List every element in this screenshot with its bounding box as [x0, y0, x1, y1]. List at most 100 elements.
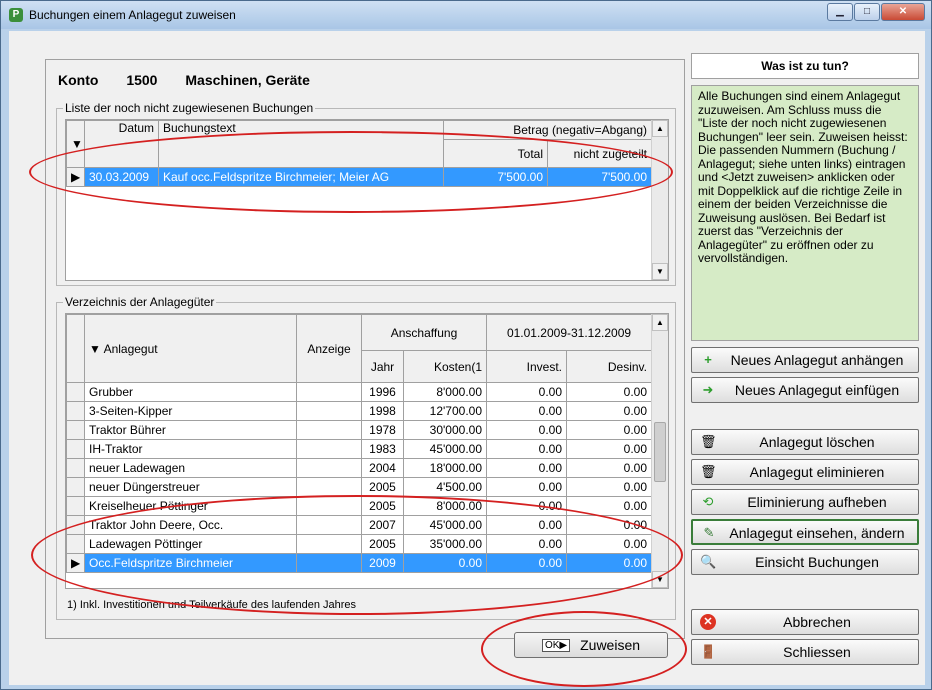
- view-bookings-label: Einsicht Buchungen: [755, 554, 879, 570]
- bookings-scrollbar[interactable]: ▲ ▼: [651, 120, 668, 280]
- konto-name: Maschinen, Geräte: [185, 72, 310, 88]
- row-indicator: [66, 458, 85, 478]
- bookings-group: Liste der noch nicht zugewiesenen Buchun…: [56, 101, 676, 286]
- row-indicator: [66, 420, 85, 440]
- new-asset-insert-button[interactable]: ➜ Neues Anlagegut einfügen: [691, 377, 919, 403]
- asset-invest: 0.00: [486, 515, 567, 535]
- close-button[interactable]: 🚪 Schliessen: [691, 639, 919, 665]
- col-header-anzeige[interactable]: Anzeige: [296, 314, 362, 383]
- asset-invest: 0.00: [486, 401, 567, 421]
- undo-eliminate-button[interactable]: ⟲ Eliminierung aufheben: [691, 489, 919, 515]
- asset-name: Traktor Bührer: [84, 420, 297, 440]
- asset-invest: 0.00: [486, 420, 567, 440]
- row-indicator-icon: ▶: [66, 167, 85, 187]
- col-header-anschaffung: Anschaffung: [361, 314, 487, 351]
- scroll-up-icon[interactable]: ▲: [652, 314, 668, 331]
- trash-icon: 🗑: [700, 464, 717, 479]
- minimize-button[interactable]: ▁: [827, 3, 853, 21]
- col-header-period: 01.01.2009-31.12.2009: [486, 314, 652, 351]
- footnote: 1) Inkl. Investitionen und Teilverkäufe …: [67, 599, 357, 611]
- asset-jahr: 1983: [361, 439, 404, 459]
- close-window-button[interactable]: ✕: [881, 3, 925, 21]
- eliminate-asset-button[interactable]: 🗑 Anlagegut eliminieren: [691, 459, 919, 485]
- insert-arrow-icon: ➜: [702, 382, 714, 397]
- new-asset-append-button[interactable]: + Neues Anlagegut anhängen: [691, 347, 919, 373]
- asset-name: IH-Traktor: [84, 439, 297, 459]
- row-indicator: [66, 439, 85, 459]
- view-bookings-button[interactable]: 🔍 Einsicht Buchungen: [691, 549, 919, 575]
- scroll-down-icon[interactable]: ▼: [652, 571, 668, 588]
- plus-icon: +: [704, 352, 712, 367]
- col-header-desinv[interactable]: Desinv.: [566, 350, 652, 383]
- assets-group-label: Verzeichnis der Anlagegüter: [63, 295, 217, 309]
- asset-jahr: 2005: [361, 534, 404, 554]
- view-edit-asset-button[interactable]: ✎ Anlagegut einsehen, ändern: [691, 519, 919, 545]
- asset-kosten: 45'000.00: [403, 515, 487, 535]
- bookings-grid[interactable]: ▼ Datum Buchungstext Betrag (negativ=Abg…: [65, 119, 669, 281]
- row-indicator: [66, 401, 85, 421]
- booking-text: Kauf occ.Feldspritze Birchmeier; Meier A…: [158, 167, 444, 187]
- asset-row[interactable]: Ladewagen Pöttinger 2005 35'000.00 0.00 0.00: [66, 534, 652, 554]
- row-indicator: [66, 534, 85, 554]
- trash-icon: 🗑: [700, 434, 717, 449]
- undo-eliminate-label: Eliminierung aufheben: [747, 494, 887, 510]
- scroll-thumb[interactable]: [654, 422, 666, 482]
- new-asset-append-label: Neues Anlagegut anhängen: [730, 352, 904, 368]
- col-header-kosten[interactable]: Kosten(1: [403, 350, 487, 383]
- col-header-invest[interactable]: Invest.: [486, 350, 567, 383]
- ok-arrow-icon: OK▶: [541, 638, 571, 652]
- asset-jahr: 2005: [361, 477, 404, 497]
- asset-row[interactable]: Kreiselheuer Pöttinger 2005 8'000.00 0.00 0.…: [66, 496, 652, 516]
- assets-grid[interactable]: ▼ Anlagegut Anzeige Anschaffung 01.01.20…: [65, 313, 669, 589]
- asset-kosten: 35'000.00: [403, 534, 487, 554]
- col-header-nicht-zugeteilt[interactable]: nicht zugeteilt: [546, 139, 653, 168]
- asset-jahr: 2005: [361, 496, 404, 516]
- asset-name: 3-Seiten-Kipper: [84, 401, 297, 421]
- assign-panel: Konto 1500 Maschinen, Geräte Liste der n…: [45, 59, 685, 658]
- booking-row[interactable]: ▶ 30.03.2009 Kauf occ.Feldspritze Birchm…: [66, 167, 653, 187]
- asset-desinv: 0.00: [566, 420, 652, 440]
- asset-row[interactable]: neuer Düngerstreuer 2005 4'500.00 0.00 0.00: [66, 477, 652, 497]
- asset-jahr: 1998: [361, 401, 404, 421]
- dialog-window: P Buchungen einem Anlagegut zuweisen ▁ □…: [0, 0, 932, 690]
- col-header-datum[interactable]: Datum: [84, 120, 159, 168]
- asset-row[interactable]: Grubber 1996 8'000.00 0.00 0.00: [66, 382, 652, 402]
- title-bar[interactable]: P Buchungen einem Anlagegut zuweisen ▁ □…: [1, 1, 931, 29]
- row-indicator-icon: ▶: [66, 553, 85, 573]
- maximize-button[interactable]: □: [854, 3, 880, 21]
- asset-row[interactable]: 3-Seiten-Kipper 1998 12'700.00 0.00 0.00: [66, 401, 652, 421]
- asset-row[interactable]: neuer Ladewagen 2004 18'000.00 0.00 0.00: [66, 458, 652, 478]
- asset-kosten: 45'000.00: [403, 439, 487, 459]
- booking-datum: 30.03.2009: [84, 167, 159, 187]
- asset-row[interactable]: Traktor Bührer 1978 30'000.00 0.00 0.00: [66, 420, 652, 440]
- sort-indicator[interactable]: [66, 314, 85, 383]
- col-header-buchungstext[interactable]: Buchungstext: [158, 120, 444, 168]
- asset-desinv: 0.00: [566, 515, 652, 535]
- booking-nicht-zugeteilt: 7'500.00: [546, 167, 653, 187]
- booking-total: 7'500.00: [443, 167, 548, 187]
- cancel-button[interactable]: ✕ Abbrechen: [691, 609, 919, 635]
- asset-row-selected[interactable]: ▶ Occ.Feldspritze Birchmeier 2009 0.00 0.00 0…: [66, 553, 652, 573]
- col-header-total[interactable]: Total: [443, 139, 548, 168]
- asset-row[interactable]: IH-Traktor 1983 45'000.00 0.00 0.00: [66, 439, 652, 459]
- konto-number: 1500: [126, 72, 158, 88]
- asset-anzeige: [296, 458, 362, 478]
- col-header-jahr[interactable]: Jahr: [361, 350, 404, 383]
- delete-asset-button[interactable]: 🗑 Anlagegut löschen: [691, 429, 919, 455]
- asset-jahr: 2007: [361, 515, 404, 535]
- zuweisen-button[interactable]: OK▶ Zuweisen: [514, 632, 668, 658]
- assets-group: Verzeichnis der Anlagegüter ▼ Anlagegut …: [56, 295, 676, 620]
- help-title: Was ist zu tun?: [691, 53, 919, 79]
- asset-jahr: 1996: [361, 382, 404, 402]
- asset-row[interactable]: Traktor John Deere, Occ. 2007 45'000.00 0.0…: [66, 515, 652, 535]
- row-indicator: [66, 382, 85, 402]
- asset-name: neuer Düngerstreuer: [84, 477, 297, 497]
- scroll-down-icon[interactable]: ▼: [652, 263, 668, 280]
- scroll-up-icon[interactable]: ▲: [652, 120, 668, 137]
- pencil-icon: ✎: [703, 525, 715, 540]
- sort-indicator[interactable]: ▼: [66, 120, 85, 168]
- asset-invest: 0.00: [486, 458, 567, 478]
- assets-scrollbar[interactable]: ▲ ▼: [651, 314, 668, 588]
- col-header-anlagegut[interactable]: ▼ Anlagegut: [84, 314, 297, 383]
- asset-jahr: 2009: [361, 553, 404, 573]
